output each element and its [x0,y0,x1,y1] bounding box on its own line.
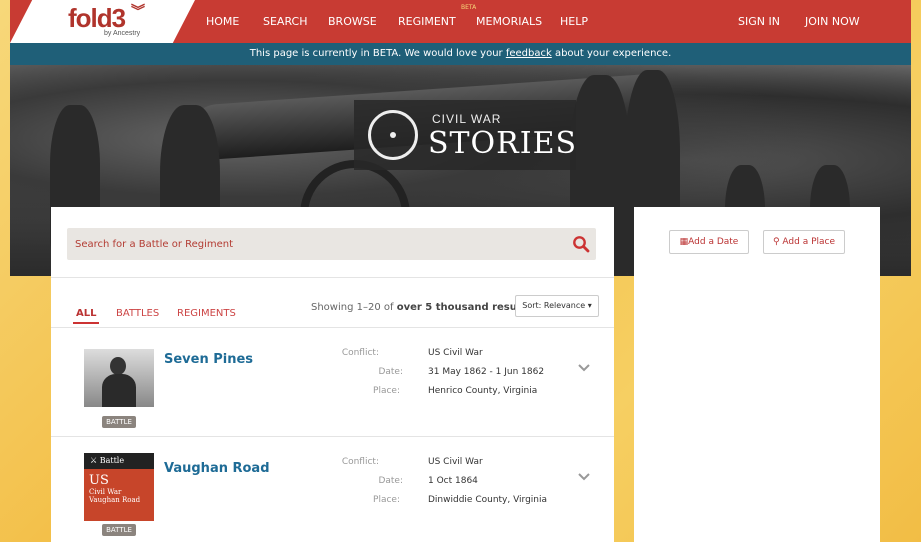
results-count-total: over 5 thousand results [396,302,532,313]
meta-value: 1 Oct 1864 [428,476,478,486]
divider [51,277,614,278]
top-nav: fold3 ︾ by Ancestry HOME SEARCH BROWSE R… [10,0,911,43]
meta-label: Date: [378,476,403,486]
nav-home[interactable]: HOME [206,15,239,28]
result-thumbnail[interactable]: ⚔ Battle US Civil War Vaughan Road [84,453,154,521]
meta-label: Conflict: [341,457,379,467]
tab-active-underline [73,322,99,324]
tab-regiments[interactable]: REGIMENTS [177,308,236,319]
meta-value: Dinwiddie County, Virginia [428,495,548,505]
meta-value: 31 May 1862 - 1 Jun 1862 [428,367,545,377]
nav-browse[interactable]: BROWSE [328,15,377,28]
add-date-label: Add a Date [688,237,739,247]
logo[interactable]: fold3 ︾ by Ancestry [10,0,195,43]
search-bar [67,228,596,260]
nav-memorials[interactable]: MEMORIALS [476,15,542,28]
result-thumbnail[interactable] [84,349,154,407]
meta-label: Place: [373,495,400,505]
tab-all[interactable]: ALL [76,308,96,319]
type-badge: BATTLE [102,416,136,428]
sort-dropdown[interactable]: Sort: Relevance ▾ [515,295,599,317]
beta-banner-text: This page is currently in BETA. We would… [249,48,506,59]
civil-war-stories-emblem: CIVIL WAR STORIES [354,100,576,170]
meta-value: US Civil War [428,457,483,467]
logo-subtitle: by Ancestry [104,30,141,37]
filter-panel: ▦Add a Date ⚲ Add a Place [634,207,880,542]
nav-regiment[interactable]: REGIMENT [398,15,456,28]
emblem-subtitle: CIVIL WAR [432,112,502,126]
search-icon[interactable] [572,235,590,253]
meta-label: Date: [378,367,403,377]
tab-battles[interactable]: BATTLES [116,308,159,319]
type-badge: BATTLE [102,524,136,536]
beta-banner: This page is currently in BETA. We would… [10,43,911,65]
results-count-prefix: Showing 1–20 of [311,302,397,313]
thumbnail-subtitle-line1: Civil War [89,488,122,496]
nav-help[interactable]: HELP [560,15,588,28]
chevron-down-icon[interactable] [578,473,590,481]
calendar-icon: ▦ [679,237,689,247]
meta-value: Henrico County, Virginia [428,386,538,396]
add-place-button[interactable]: ⚲ Add a Place [763,230,845,254]
feedback-link[interactable]: feedback [506,48,552,59]
result-title[interactable]: Vaughan Road [164,461,270,476]
chevron-down-icon[interactable] [578,364,590,372]
add-date-button[interactable]: ▦Add a Date [669,230,749,254]
logo-chevrons-icon: ︾ [131,3,145,19]
meta-value: US Civil War [428,348,483,358]
thumbnail-header: ⚔ Battle [84,453,154,469]
beta-banner-text-end: about your experience. [551,48,672,59]
meta-label: Conflict: [341,348,379,358]
beta-badge: BETA [461,4,477,11]
results-panel: ALL BATTLES REGIMENTS Showing 1–20 of ov… [51,207,614,542]
divider [51,327,614,328]
nav-search[interactable]: SEARCH [263,15,308,28]
map-marker-icon: ⚲ [772,237,783,247]
thumbnail-title: US [89,473,109,488]
results-count: Showing 1–20 of over 5 thousand results [311,302,531,313]
divider [51,436,614,437]
wagon-wheel-icon [368,110,418,160]
result-title[interactable]: Seven Pines [164,352,253,367]
thumbnail-subtitle: Civil War Vaughan Road [89,488,140,504]
thumbnail-subtitle-line2: Vaughan Road [89,496,141,504]
add-place-label: Add a Place [782,237,836,247]
nav-sign-in[interactable]: SIGN IN [738,15,780,28]
emblem-title: STORIES [428,126,578,161]
nav-join-now[interactable]: JOIN NOW [805,15,860,28]
meta-label: Place: [373,386,400,396]
search-input[interactable] [67,228,557,260]
